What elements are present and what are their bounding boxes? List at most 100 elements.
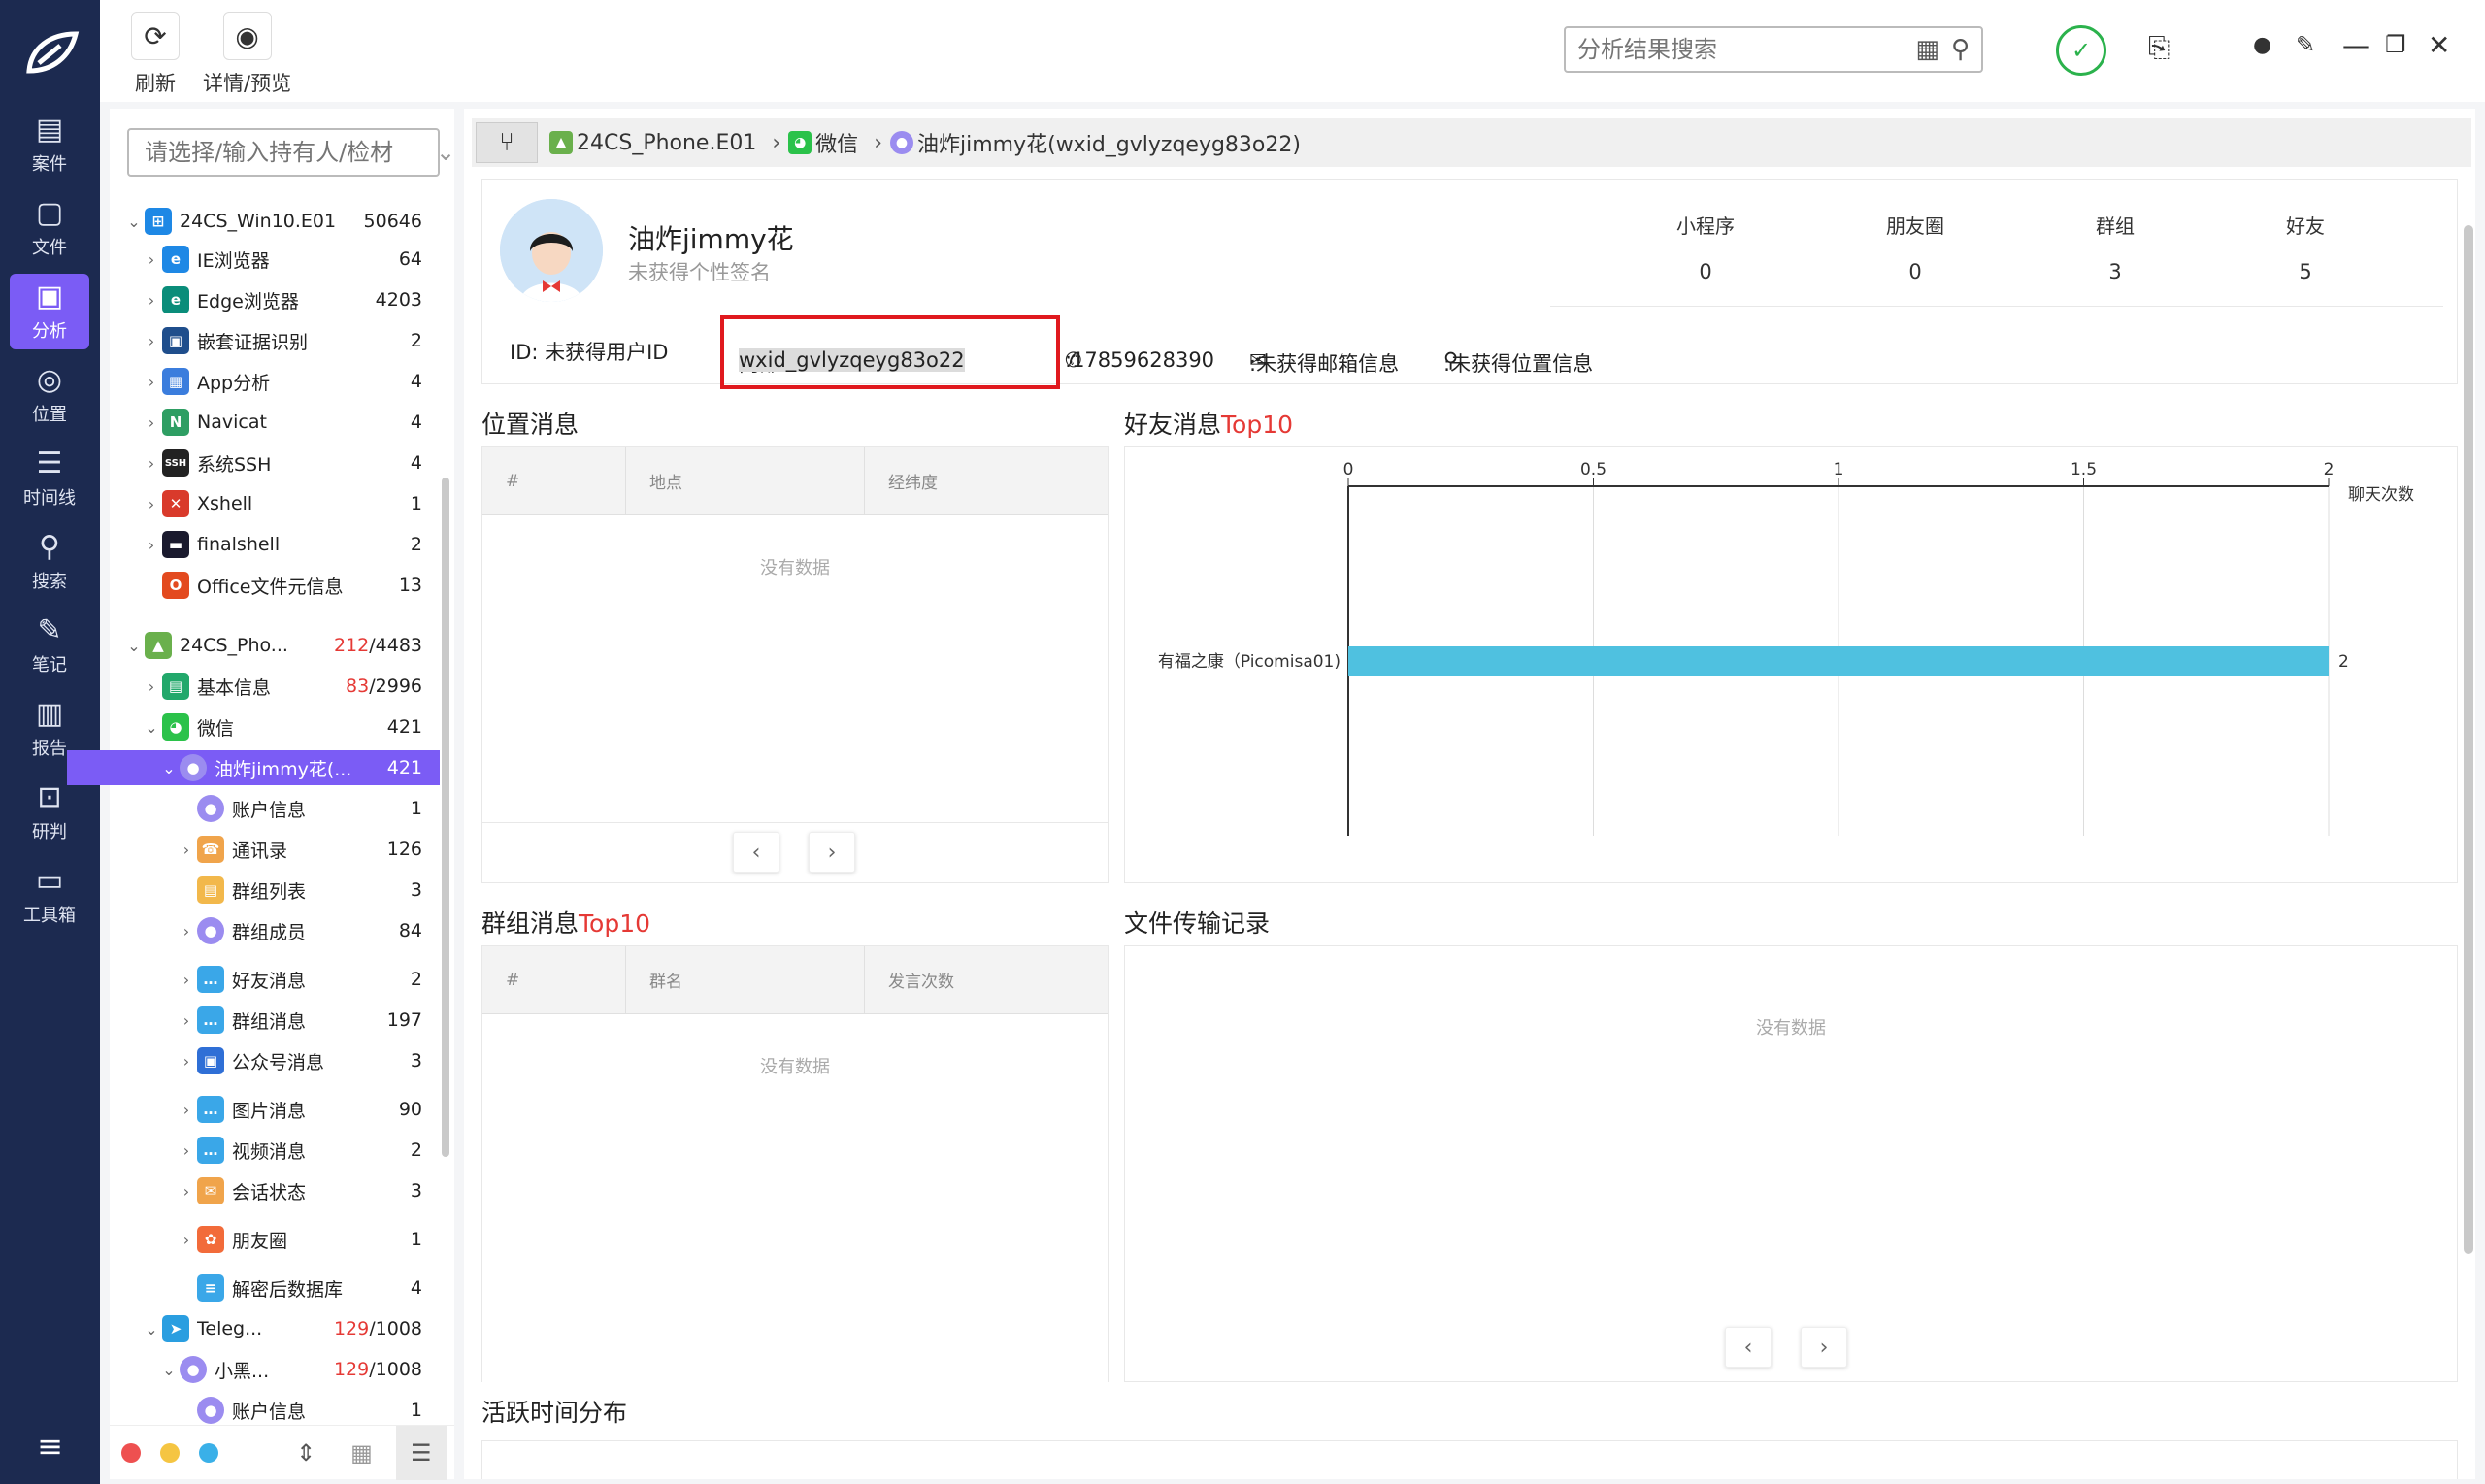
chevron-down-icon[interactable]: ⌄ [141,1320,162,1338]
shield-check-icon[interactable]: ✓ [2056,25,2106,76]
tree-item[interactable]: ⌄ ● 小黑... 129/1008 [110,1352,440,1387]
close-icon[interactable]: ✕ [2428,29,2450,61]
user-account-icon[interactable]: ● [2253,33,2271,57]
tree-item[interactable]: ⌄ ● 油炸jimmy花(... 421 [67,750,440,785]
tree-item[interactable]: › ▦ App分析 4 [110,364,440,399]
inner-id-value[interactable]: wxid_gvlyzqeyg83o22 [739,348,965,372]
refresh-button[interactable]: ⟳ 刷新 [131,12,180,97]
chevron-right-icon[interactable]: › [176,1231,197,1249]
stat-moments[interactable]: 朋友圈 0 [1838,211,1993,283]
nav-item-analysis[interactable]: ▣ 分析 [10,274,89,349]
chevron-right-icon[interactable]: › [141,495,162,513]
tree-item[interactable]: › N Navicat 4 [110,405,440,440]
tree-item[interactable]: › ✿ 朋友圈 1 [110,1222,440,1257]
tree-item[interactable]: › SSH 系统SSH 4 [110,445,440,480]
grid-view-icon[interactable]: ▦ [350,1439,373,1467]
chevron-down-icon[interactable]: ⌄ [141,718,162,737]
next-page-button[interactable]: › [809,832,855,873]
tree-item[interactable]: ⌄ ◕ 微信 421 [110,709,440,744]
tree-item[interactable]: ›… 视频消息 2 [110,1133,440,1168]
result-search-input[interactable] [1577,36,1905,63]
tree-item[interactable]: ⌄ ▲ 24CS_Pho... 212/4483 [110,628,440,663]
nav-item-file[interactable]: ▢ 文件 [10,190,89,266]
nav-item-note[interactable]: ✎ 笔记 [10,608,89,683]
column-place[interactable]: 地点 [626,447,865,514]
tree-item[interactable]: O Office文件元信息 13 [110,568,440,603]
chevron-right-icon[interactable]: › [176,922,197,940]
breadcrumb-app[interactable]: ◕ 微信 [788,127,858,158]
next-page-button[interactable]: › [1801,1327,1847,1368]
tree-item[interactable]: ● 账户信息 1 [110,1393,440,1428]
chevron-right-icon[interactable]: › [176,1052,197,1071]
chevron-right-icon[interactable]: › [176,1011,197,1030]
chevron-down-icon[interactable]: ⌄ [123,637,145,655]
breadcrumb-user[interactable]: ● 油炸jimmy花(wxid_gvlyzqeyg83o22) [890,127,1301,158]
branch-icon[interactable]: ⑂ [476,122,538,163]
tree-item[interactable]: › ▬ finalshell 2 [110,527,440,562]
blue-status-dot[interactable] [199,1442,218,1463]
tree-item[interactable]: › ▣ 嵌套证据识别 2 [110,323,440,358]
tree-item[interactable]: ⌄ ⊞ 24CS_Win10.E01 50646 [110,204,440,239]
column-index[interactable]: # [482,447,626,514]
nav-item-judge[interactable]: ⊡ 研判 [10,775,89,850]
chevron-right-icon[interactable]: › [141,332,162,350]
search-icon[interactable]: ⚲ [1951,35,1970,64]
collapse-icon[interactable]: ⇕ [296,1439,315,1467]
breadcrumb-device[interactable]: ▲ 24CS_Phone.E01 [549,131,756,155]
chevron-right-icon[interactable]: › [141,536,162,554]
minimize-icon[interactable]: — [2342,29,2369,61]
tree-item[interactable]: ⌄ ➤ Teleg... 129/1008 [110,1311,440,1346]
chevron-right-icon[interactable]: › [176,1182,197,1201]
nav-item-search[interactable]: ⚲ 搜索 [10,524,89,600]
tree-item[interactable]: ● 账户信息 1 [110,791,440,826]
preview-button[interactable]: ◉ 详情/预览 [203,12,291,97]
chevron-right-icon[interactable]: › [176,1141,197,1160]
column-index[interactable]: # [482,946,626,1013]
tree-item[interactable]: › ✉ 会话状态 3 [110,1173,440,1208]
tree-item[interactable]: ▤ 群组列表 3 [110,873,440,907]
tree-item[interactable]: ›… 图片消息 90 [110,1092,440,1127]
chevron-down-icon[interactable]: ⌄ [158,759,180,777]
red-status-dot[interactable] [121,1442,141,1463]
chevron-down-icon[interactable]: ⌄ [123,213,145,231]
chevron-down-icon[interactable]: ⌄ [436,139,455,166]
chevron-right-icon[interactable]: › [176,971,197,989]
tree-item[interactable]: › ☎ 通讯录 126 [110,832,440,867]
chevron-right-icon[interactable]: › [141,291,162,310]
nav-item-location[interactable]: ◎ 位置 [10,357,89,433]
tree-item[interactable]: › e Edge浏览器 4203 [110,282,440,317]
chevron-right-icon[interactable]: › [176,841,197,859]
restore-icon[interactable]: ❐ [2385,31,2406,58]
chevron-right-icon[interactable]: › [141,413,162,432]
tree-item[interactable]: ≡ 解密后数据库 4 [110,1270,440,1305]
tree-scrollbar[interactable] [442,478,449,1157]
pin-icon[interactable]: ✎ [2296,31,2315,58]
column-speak-count[interactable]: 发言次数 [865,946,1108,1013]
prev-page-button[interactable]: ‹ [733,832,779,873]
prev-page-button[interactable]: ‹ [1725,1327,1772,1368]
stat-mini-program[interactable]: 小程序 0 [1628,211,1783,283]
chevron-right-icon[interactable]: › [141,677,162,696]
chevron-right-icon[interactable]: › [176,1101,197,1119]
column-group-name[interactable]: 群名 [626,946,865,1013]
holder-select-input[interactable] [145,139,436,166]
tree-item[interactable]: › ▤ 基本信息 83/2996 [110,669,440,704]
tree-item[interactable]: ›… 好友消息 2 [110,962,440,997]
chevron-right-icon[interactable]: › [141,454,162,473]
column-coordinates[interactable]: 经纬度 [865,447,1108,514]
main-scrollbar[interactable] [2464,225,2473,1254]
tree-item[interactable]: › ● 群组成员 84 [110,913,440,948]
chevron-right-icon[interactable]: › [141,250,162,269]
hamburger-menu-icon[interactable]: ≡ [0,1428,100,1465]
yellow-status-dot[interactable] [160,1442,180,1463]
list-view-icon[interactable]: ☰ [395,1425,447,1480]
tree-item[interactable]: ›… 群组消息 197 [110,1003,440,1038]
export-file-icon[interactable]: ⎘ [2148,31,2170,64]
stat-groups[interactable]: 群组 3 [2038,211,2193,283]
nav-item-timeline[interactable]: ☰ 时间线 [10,441,89,516]
calendar-icon[interactable]: ▦ [1915,35,1939,64]
nav-item-toolbox[interactable]: ▭ 工具箱 [10,858,89,934]
chevron-right-icon[interactable]: › [141,373,162,391]
nav-item-case[interactable]: ▤ 案件 [10,107,89,182]
tree-item[interactable]: › ▣ 公众号消息 3 [110,1043,440,1078]
